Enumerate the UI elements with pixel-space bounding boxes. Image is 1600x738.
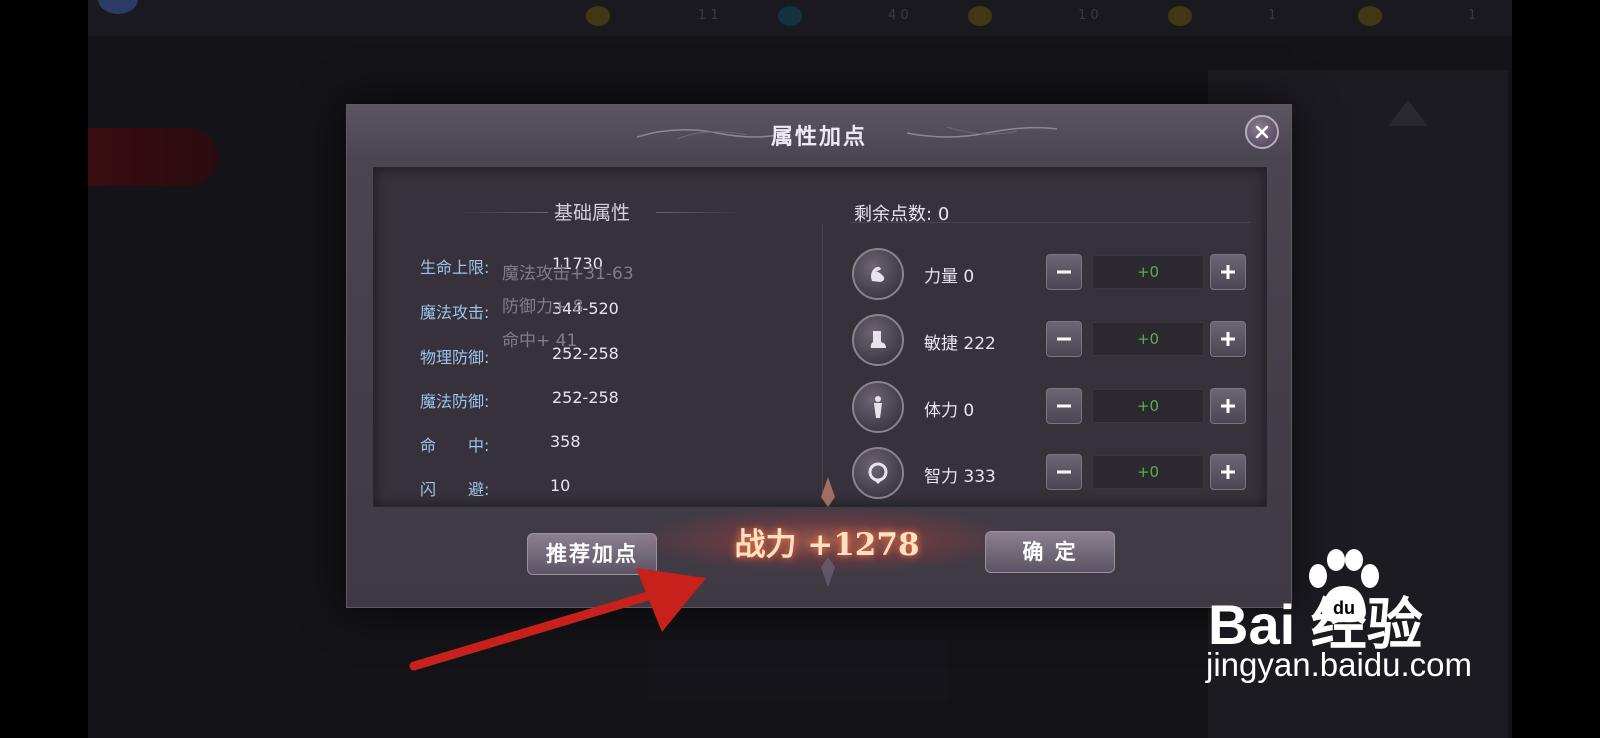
- attr-value-dodge: 10: [550, 476, 571, 495]
- background-top-bar: 1 1 4 0 1 0 1 1: [88, 0, 1512, 36]
- ornament-gem-icon: [821, 477, 835, 587]
- minus-icon: [1057, 404, 1071, 408]
- agility-plus-button[interactable]: [1210, 321, 1246, 357]
- attribute-panel: 基础属性 生命上限: 11730 魔法攻击: 344-520 物理防御: 252…: [373, 167, 1267, 507]
- dialog-title-bar: 属性加点: [347, 105, 1291, 161]
- background-stat-text: 1 0: [1078, 8, 1099, 23]
- currency-icon: [968, 6, 992, 26]
- minus-icon: [1057, 270, 1071, 274]
- background-stat-text: 1 1: [698, 8, 719, 23]
- currency-icon: [1358, 6, 1382, 26]
- stat-stamina-label: 体力 0: [924, 401, 975, 421]
- section-line-left: [458, 212, 548, 213]
- plus-icon: [1221, 465, 1235, 479]
- panel-divider: [822, 224, 823, 494]
- tooltip-hit-bonus: 命中+ 41: [502, 331, 578, 351]
- strength-plus-button[interactable]: [1210, 254, 1246, 290]
- tooltip-magic-attack-bonus: 魔法攻击+31-63: [502, 264, 634, 284]
- stamina-increase-value: +0: [1092, 389, 1204, 423]
- stamina-plus-button[interactable]: [1210, 388, 1246, 424]
- stamina-minus-button[interactable]: [1046, 388, 1082, 424]
- remaining-divider: [850, 222, 1250, 223]
- attr-label-magic-attack: 魔法攻击:: [420, 303, 490, 322]
- background-stat-text: 1: [1268, 8, 1277, 23]
- watermark-url: jingyan.baidu.com: [1206, 646, 1472, 683]
- close-icon: [1255, 125, 1269, 139]
- intellect-minus-button[interactable]: [1046, 454, 1082, 490]
- tooltip-defense-bonus: 防御力+ 8: [502, 297, 584, 317]
- agility-icon: [852, 314, 904, 366]
- close-button[interactable]: [1245, 115, 1279, 149]
- confirm-button[interactable]: 确 定: [985, 531, 1115, 573]
- stat-strength-label: 力量 0: [924, 267, 975, 287]
- minus-icon: [1057, 470, 1071, 474]
- currency-icon: [1168, 6, 1192, 26]
- stat-agility-label: 敏捷 222: [924, 334, 996, 354]
- attr-value-hit: 358: [550, 432, 581, 451]
- attr-label-magic-defense: 魔法防御:: [420, 392, 490, 411]
- paw-icon: du: [1309, 549, 1379, 623]
- background-red-button[interactable]: [88, 128, 218, 186]
- attribute-points-dialog: 属性加点 基础属性 生命上限: 11730 魔法攻击: 344-520 物理防御…: [346, 104, 1292, 608]
- attr-label-hp: 生命上限:: [420, 258, 490, 277]
- dialog-title: 属性加点: [770, 124, 867, 150]
- strength-minus-button[interactable]: [1046, 254, 1082, 290]
- background-stat-text: 1: [1468, 8, 1477, 23]
- annotation-arrow-icon: [409, 568, 706, 671]
- intellect-plus-button[interactable]: [1210, 454, 1246, 490]
- attr-label-dodge: 闪 避:: [420, 480, 490, 499]
- attr-value-magic-defense: 252-258: [552, 388, 619, 407]
- attr-label-hit: 命 中:: [420, 436, 490, 455]
- svg-text:du: du: [1333, 598, 1355, 618]
- currency-icon: [586, 6, 610, 26]
- stamina-icon: [852, 381, 904, 433]
- plus-icon: [1221, 265, 1235, 279]
- strength-increase-value: +0: [1092, 255, 1204, 289]
- intellect-icon: [852, 447, 904, 499]
- stat-intellect-label: 智力 333: [924, 467, 996, 487]
- plus-icon: [1221, 332, 1235, 346]
- background-stat-text: 4 0: [888, 8, 909, 23]
- basic-attributes-title: 基础属性: [554, 202, 631, 224]
- section-line-right: [656, 212, 746, 213]
- agility-minus-button[interactable]: [1046, 321, 1082, 357]
- agility-increase-value: +0: [1092, 322, 1204, 356]
- intellect-increase-value: +0: [1092, 455, 1204, 489]
- plus-icon: [1221, 399, 1235, 413]
- title-flourish-right-icon: [907, 126, 1057, 138]
- gem-icon: [778, 6, 802, 26]
- attr-label-physical-defense: 物理防御:: [420, 348, 490, 367]
- background-triangle-icon: [1388, 100, 1428, 126]
- strength-icon: [852, 248, 904, 300]
- minus-icon: [1057, 337, 1071, 341]
